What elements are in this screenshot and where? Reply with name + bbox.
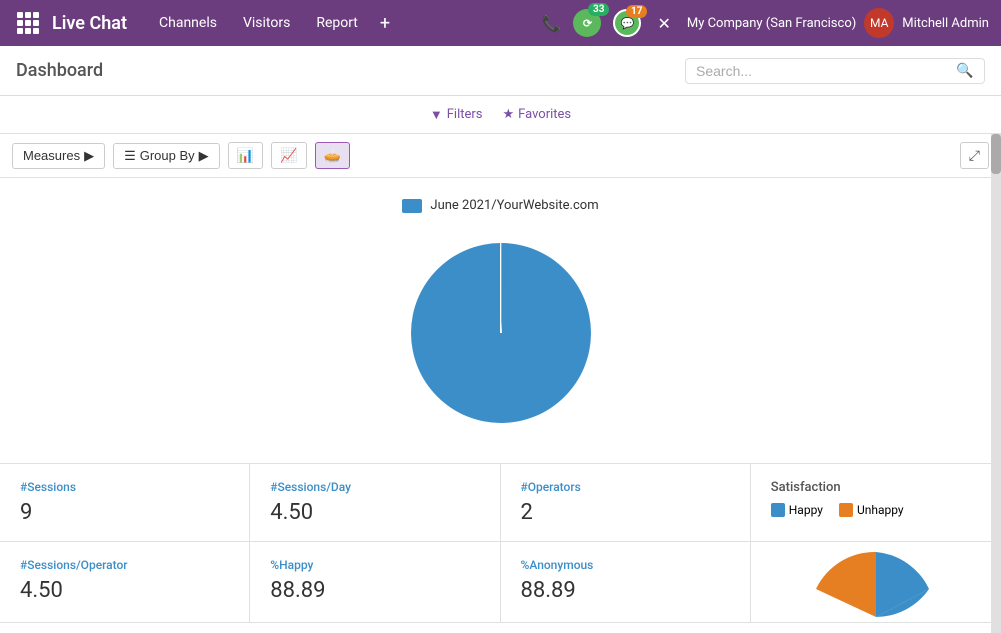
legend-color-swatch bbox=[402, 199, 422, 213]
apps-menu-button[interactable] bbox=[12, 7, 44, 39]
stat-happy-value: 88.89 bbox=[270, 578, 479, 603]
expand-button[interactable]: ⤢ bbox=[960, 142, 989, 169]
stat-anonymous-value: 88.89 bbox=[521, 578, 730, 603]
pie-chart-visual bbox=[391, 223, 611, 443]
stat-sessions-operator-label: #Sessions/Operator bbox=[20, 558, 229, 572]
nav-add-button[interactable]: + bbox=[372, 7, 398, 40]
stat-happy: %Happy 88.89 bbox=[250, 542, 500, 623]
pie-chart-button[interactable]: 🥧 bbox=[315, 142, 350, 169]
expand-icon: ⤢ bbox=[969, 147, 980, 163]
stat-happy-label: %Happy bbox=[270, 558, 479, 572]
unhappy-color-swatch bbox=[839, 503, 853, 517]
line-chart-button[interactable]: 📈 bbox=[271, 142, 306, 169]
favorites-button[interactable]: ★ Favorites bbox=[503, 107, 572, 122]
search-container: 🔍 bbox=[685, 58, 985, 84]
stat-operators: #Operators 2 bbox=[501, 464, 751, 542]
nav-report[interactable]: Report bbox=[304, 9, 370, 37]
nav-items: Channels Visitors Report + bbox=[147, 7, 538, 40]
nav-visitors[interactable]: Visitors bbox=[231, 9, 302, 37]
stat-no-answer-row: %No Answer bbox=[0, 623, 1001, 633]
stat-operators-value: 2 bbox=[521, 500, 730, 525]
filter-bar: ▼ Filters ★ Favorites bbox=[0, 96, 1001, 134]
group-by-label: Group By bbox=[140, 148, 195, 163]
secondary-navigation: Dashboard 🔍 bbox=[0, 46, 1001, 96]
page-title: Dashboard bbox=[16, 60, 685, 81]
scrollbar-thumb[interactable] bbox=[991, 134, 1001, 174]
close-button[interactable]: ✕ bbox=[649, 10, 678, 37]
satisfaction-legend: Happy Unhappy bbox=[771, 503, 981, 517]
bar-chart-icon: 📊 bbox=[237, 147, 254, 163]
messages-button[interactable]: 💬 17 bbox=[613, 9, 641, 37]
satisfaction-mini-pie-svg bbox=[811, 542, 941, 622]
stat-operators-label: #Operators bbox=[521, 480, 730, 494]
phone-button[interactable]: 📞 bbox=[538, 10, 566, 37]
stat-sessions-day: #Sessions/Day 4.50 bbox=[250, 464, 500, 542]
group-by-arrow-icon: ▶ bbox=[199, 148, 209, 164]
avatar-initials: MA bbox=[870, 16, 888, 30]
company-name: My Company (San Francisco) bbox=[687, 16, 856, 31]
bottom-stats: #Sessions/Operator 4.50 %Happy 88.89 %An… bbox=[0, 542, 1001, 623]
app-title: Live Chat bbox=[52, 13, 127, 34]
stats-grid: #Sessions 9 #Sessions/Day 4.50 #Operator… bbox=[0, 463, 1001, 542]
top-navigation: Live Chat Channels Visitors Report + 📞 ⟳… bbox=[0, 0, 1001, 46]
measures-arrow-icon: ▶ bbox=[84, 148, 94, 164]
stat-sessions-value: 9 bbox=[20, 500, 229, 525]
group-by-icon: ☰ bbox=[124, 148, 136, 164]
measures-button[interactable]: Measures ▶ bbox=[12, 143, 105, 169]
pie-chart-svg bbox=[391, 223, 611, 443]
favorites-label: Favorites bbox=[518, 107, 571, 122]
stat-anonymous: %Anonymous 88.89 bbox=[501, 542, 751, 623]
chart-legend-label: June 2021/YourWebsite.com bbox=[430, 198, 598, 213]
user-name: Mitchell Admin bbox=[902, 16, 989, 31]
toolbar: Measures ▶ ☰ Group By ▶ 📊 📈 🥧 ⤢ bbox=[0, 134, 1001, 178]
satisfaction-mini-chart bbox=[751, 542, 1001, 623]
group-by-button[interactable]: ☰ Group By ▶ bbox=[113, 143, 220, 169]
bar-chart-button[interactable]: 📊 bbox=[228, 142, 263, 169]
chat-count-badge: 33 bbox=[588, 3, 609, 16]
chart-legend: June 2021/YourWebsite.com bbox=[402, 198, 598, 213]
pie-chart-icon: 🥧 bbox=[324, 147, 341, 163]
filters-label: Filters bbox=[447, 107, 483, 122]
stat-sessions-day-label: #Sessions/Day bbox=[270, 480, 479, 494]
chat-counter-button[interactable]: ⟳ 33 bbox=[573, 9, 601, 37]
filter-icon: ▼ bbox=[430, 107, 443, 123]
scrollbar[interactable] bbox=[991, 134, 1001, 633]
nav-channels[interactable]: Channels bbox=[147, 9, 229, 37]
grid-icon bbox=[17, 12, 39, 34]
happy-color-swatch bbox=[771, 503, 785, 517]
avatar[interactable]: MA bbox=[864, 8, 894, 38]
messages-count-badge: 17 bbox=[626, 5, 647, 18]
nav-right-section: 📞 ⟳ 33 💬 17 ✕ My Company (San Francisco)… bbox=[538, 8, 989, 38]
happy-legend: Happy bbox=[771, 503, 823, 517]
filters-button[interactable]: ▼ Filters bbox=[430, 107, 483, 123]
unhappy-legend: Unhappy bbox=[839, 503, 904, 517]
message-icon: 💬 bbox=[621, 17, 635, 30]
search-icon[interactable]: 🔍 bbox=[956, 63, 973, 79]
chat-badge: ⟳ 33 bbox=[573, 9, 601, 37]
stat-sessions-operator-value: 4.50 bbox=[20, 578, 229, 603]
chart-container: June 2021/YourWebsite.com bbox=[0, 178, 1001, 463]
content-area: Measures ▶ ☰ Group By ▶ 📊 📈 🥧 ⤢ bbox=[0, 134, 1001, 633]
stat-sessions: #Sessions 9 bbox=[0, 464, 250, 542]
line-chart-icon: 📈 bbox=[280, 147, 297, 163]
measures-label: Measures bbox=[23, 148, 80, 163]
stat-sessions-day-value: 4.50 bbox=[270, 500, 479, 525]
phone-icon: 📞 bbox=[542, 14, 562, 33]
stat-sessions-label: #Sessions bbox=[20, 480, 229, 494]
messages-badge: 💬 17 bbox=[613, 9, 641, 37]
unhappy-label: Unhappy bbox=[857, 503, 904, 517]
happy-label: Happy bbox=[789, 503, 823, 517]
satisfaction-card: Satisfaction Happy Unhappy bbox=[751, 464, 1001, 542]
stat-anonymous-label: %Anonymous bbox=[521, 558, 730, 572]
chat-badge-icon: ⟳ bbox=[583, 17, 592, 30]
star-icon: ★ bbox=[503, 107, 515, 122]
stat-sessions-operator: #Sessions/Operator 4.50 bbox=[0, 542, 250, 623]
search-input[interactable] bbox=[696, 63, 956, 79]
main-panel: Measures ▶ ☰ Group By ▶ 📊 📈 🥧 ⤢ bbox=[0, 134, 1001, 633]
satisfaction-title: Satisfaction bbox=[771, 480, 981, 495]
